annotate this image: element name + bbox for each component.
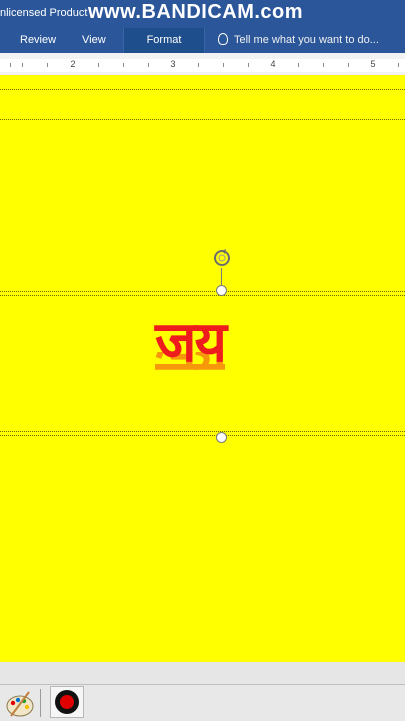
taskbar-separator — [40, 689, 41, 717]
ruler-tick — [348, 63, 349, 67]
record-icon — [55, 690, 79, 714]
rotate-handle-icon[interactable] — [212, 248, 232, 268]
wordart-reflection: जय — [155, 352, 225, 380]
selection-boundary-top — [0, 291, 405, 292]
selection-boundary-bottom — [0, 431, 405, 432]
selection-boundary-top — [0, 295, 405, 296]
horizontal-ruler[interactable]: 2 3 4 5 — [0, 53, 405, 76]
ribbon-tabs: Review View Format Tell me what you want… — [0, 28, 405, 53]
record-dot — [60, 695, 74, 709]
tell-me-search[interactable]: Tell me what you want to do... — [218, 28, 379, 53]
tell-me-label: Tell me what you want to do... — [234, 34, 379, 46]
ruler-tick — [47, 63, 48, 67]
ruler-tick — [223, 63, 224, 67]
lightbulb-icon — [218, 33, 228, 45]
ruler-tick — [248, 63, 249, 67]
page-boundary-line — [0, 89, 405, 90]
selection-boundary-bottom — [0, 435, 405, 436]
document-page[interactable]: जय जय — [0, 75, 405, 662]
paint-palette-icon[interactable] — [3, 688, 37, 720]
ruler-tick — [148, 63, 149, 67]
tab-view[interactable]: View — [82, 28, 106, 53]
record-button[interactable] — [50, 686, 84, 718]
bandicam-watermark: www.BANDICAM.com — [88, 1, 304, 23]
ruler-tick — [123, 63, 124, 67]
resize-handle-bottom[interactable] — [216, 432, 227, 443]
ruler-number: 3 — [170, 59, 176, 69]
ruler-tick — [323, 63, 324, 67]
resize-handle-top[interactable] — [216, 285, 227, 296]
ruler-strip — [0, 59, 405, 72]
ruler-tick — [22, 63, 23, 67]
ruler-number: 4 — [270, 59, 276, 69]
ruler-tick — [10, 63, 11, 67]
title-bar: nlicensed Product www.BANDICAM.com — [0, 0, 405, 28]
tab-review[interactable]: Review — [20, 28, 56, 53]
ruler-tick — [198, 63, 199, 67]
page-boundary-line — [0, 119, 405, 120]
window-title: nlicensed Product — [0, 7, 88, 19]
ruler-tick — [98, 63, 99, 67]
ruler-number: 2 — [70, 59, 76, 69]
ruler-tick — [298, 63, 299, 67]
ruler-number: 5 — [370, 59, 376, 69]
tab-format[interactable]: Format — [123, 28, 205, 53]
ruler-tick — [398, 63, 399, 67]
